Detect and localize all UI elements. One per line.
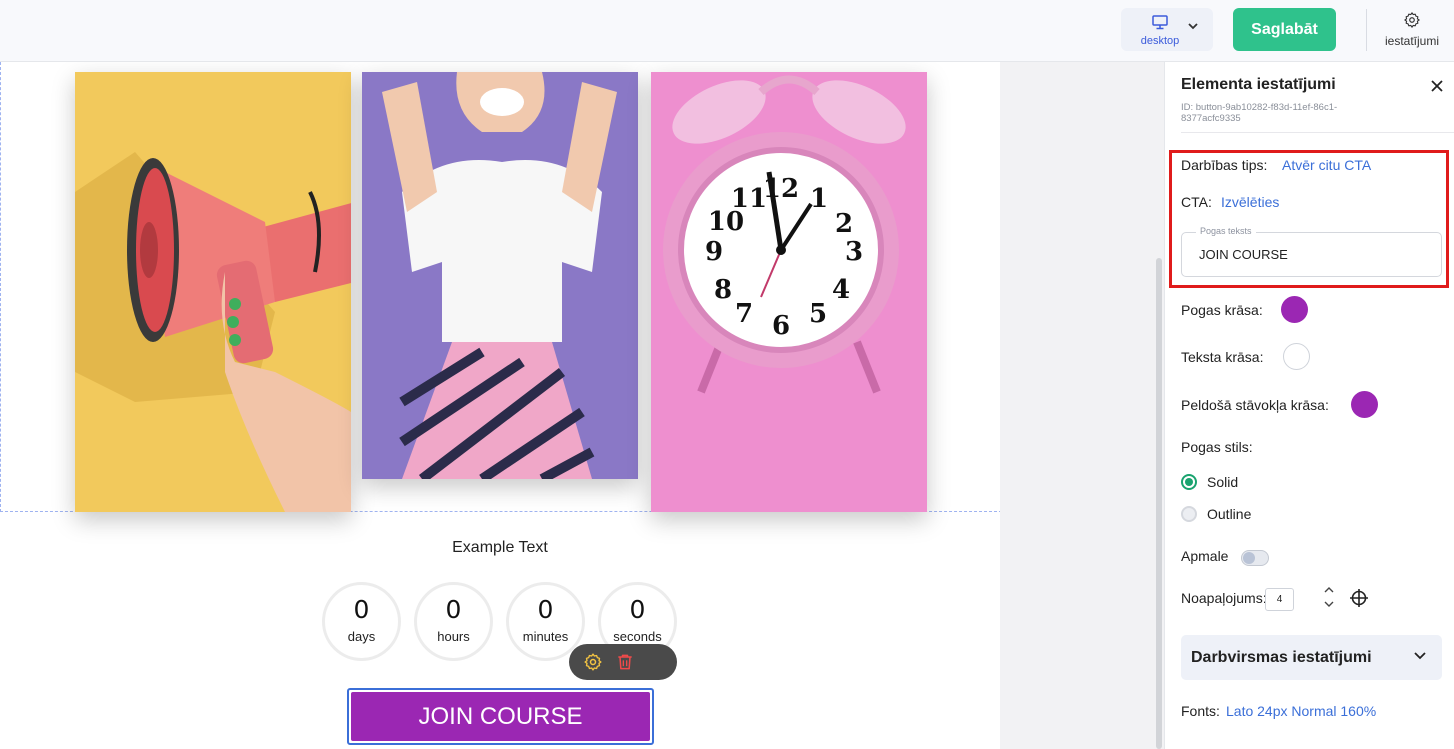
- button-color-swatch[interactable]: [1281, 296, 1308, 323]
- hover-color-swatch[interactable]: [1351, 391, 1378, 418]
- device-label: desktop: [1140, 35, 1180, 47]
- style-outline-label: Outline: [1207, 506, 1252, 522]
- rounding-input[interactable]: [1265, 588, 1294, 611]
- editor-canvas: 12 1 2 3 4 5 6 7 8 9 10 11 Example Text …: [0, 62, 1000, 749]
- hover-color-label: Peldošā stāvokļa krāsa:: [1181, 397, 1329, 413]
- svg-text:2: 2: [835, 209, 853, 239]
- megaphone-image: [75, 72, 351, 512]
- svg-text:9: 9: [705, 237, 723, 267]
- global-settings-button[interactable]: iestatījumi: [1376, 8, 1448, 52]
- save-button[interactable]: Saglabāt: [1233, 8, 1336, 51]
- close-icon[interactable]: [1429, 78, 1445, 94]
- panel-title: Elementa iestatījumi: [1181, 76, 1336, 93]
- example-text: Example Text: [452, 539, 548, 556]
- style-solid-radio[interactable]: [1181, 474, 1197, 490]
- alarm-clock-image: 12 1 2 3 4 5 6 7 8 9 10 11: [651, 72, 927, 512]
- countdown-unit: minutes: [522, 629, 569, 644]
- trash-icon[interactable]: [615, 652, 635, 672]
- button-color-label: Pogas krāsa:: [1181, 302, 1263, 318]
- rounding-label: Noapaļojums:: [1181, 590, 1267, 606]
- toggle-knob: [1243, 552, 1255, 564]
- countdown-unit: days: [347, 629, 376, 644]
- text-color-swatch[interactable]: [1283, 343, 1310, 370]
- svg-text:11: 11: [731, 184, 767, 214]
- desktop-settings-accordion[interactable]: Darbvirsmas iestatījumi: [1181, 635, 1442, 680]
- countdown-unit: seconds: [613, 629, 662, 644]
- svg-text:1: 1: [810, 184, 828, 214]
- chevron-down-icon: [1414, 652, 1426, 660]
- svg-text:7: 7: [735, 299, 753, 329]
- countdown-days: 0 days: [322, 582, 401, 661]
- gear-icon: [1404, 12, 1420, 28]
- style-outline-radio[interactable]: [1181, 506, 1197, 522]
- image-block[interactable]: 12 1 2 3 4 5 6 7 8 9 10 11: [0, 62, 1000, 512]
- text-color-label: Teksta krāsa:: [1181, 349, 1264, 365]
- button-style-label: Pogas stils:: [1181, 439, 1253, 455]
- highlight-annotation: [1169, 150, 1449, 288]
- divider: [1181, 132, 1454, 133]
- countdown-value: 0: [445, 595, 462, 624]
- countdown-value: 0: [353, 595, 370, 624]
- cta-button-selection: JOIN COURSE: [347, 688, 654, 745]
- monitor-icon: [1152, 15, 1168, 30]
- divider: [1366, 9, 1367, 51]
- device-selector[interactable]: desktop: [1121, 8, 1213, 51]
- element-settings-gear-icon[interactable]: [583, 652, 603, 672]
- woman-image: [362, 72, 638, 479]
- top-bar: desktop Saglabāt iestatījumi: [0, 0, 1454, 62]
- element-toolbar: [569, 644, 677, 680]
- canvas-gutter: [1000, 62, 1164, 749]
- svg-text:4: 4: [832, 275, 850, 305]
- settings-label: iestatījumi: [1384, 34, 1440, 48]
- svg-text:8: 8: [714, 275, 732, 305]
- countdown-hours: 0 hours: [414, 582, 493, 661]
- border-toggle[interactable]: [1241, 550, 1269, 566]
- accordion-title: Darbvirsmas iestatījumi: [1191, 649, 1372, 666]
- style-solid-label: Solid: [1207, 474, 1239, 490]
- sidebar-scrollbar[interactable]: [1156, 258, 1162, 749]
- stepper-arrows-icon[interactable]: [1323, 584, 1335, 610]
- fonts-link[interactable]: Lato 24px Normal 160%: [1226, 703, 1376, 719]
- countdown-value: 0: [537, 595, 554, 624]
- svg-text:6: 6: [772, 311, 790, 341]
- border-label: Apmale: [1181, 548, 1229, 564]
- crosshair-icon[interactable]: [1349, 588, 1369, 608]
- chevron-down-icon: [1188, 23, 1198, 30]
- svg-text:3: 3: [845, 237, 863, 267]
- svg-text:5: 5: [809, 299, 827, 329]
- fonts-label: Fonts:: [1181, 703, 1220, 719]
- element-id: ID: button-9ab10282-f83d-11ef-86c1-8377a…: [1181, 102, 1338, 124]
- countdown-value: 0: [629, 595, 646, 624]
- join-course-button[interactable]: JOIN COURSE: [351, 692, 650, 741]
- countdown-unit: hours: [437, 629, 470, 644]
